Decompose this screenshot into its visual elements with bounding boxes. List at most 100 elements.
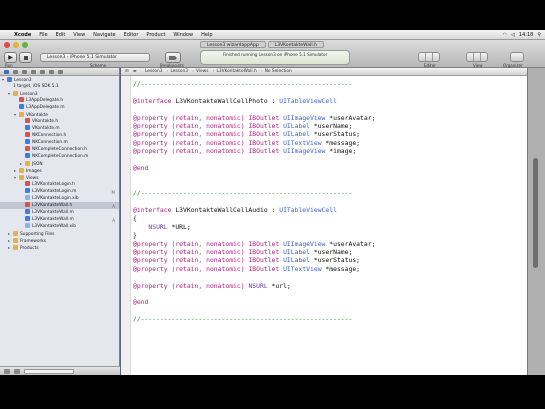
menu-item-editor[interactable]: Editor bbox=[120, 32, 143, 38]
filter-field[interactable] bbox=[24, 369, 74, 374]
issue-navigator-icon[interactable] bbox=[31, 69, 36, 74]
file-row[interactable]: NKCompleteConnection.m bbox=[0, 153, 119, 160]
code-token: (retain, nonatomic) bbox=[171, 113, 249, 122]
editor-mode-control[interactable] bbox=[418, 52, 440, 62]
code-token: *URL; bbox=[171, 222, 191, 231]
code-token: (retain, nonatomic) bbox=[171, 130, 249, 139]
close-window-button[interactable] bbox=[4, 42, 10, 48]
menu-item-product[interactable]: Product bbox=[142, 32, 169, 38]
file-row[interactable]: ▾ Views bbox=[0, 174, 119, 181]
spotlight-icon[interactable]: ⚲ bbox=[537, 32, 541, 38]
file-row-label: L3VKontakteLogin.xib bbox=[32, 196, 79, 201]
project-navigator-icon[interactable] bbox=[4, 69, 9, 74]
breakpoint-navigator-icon[interactable] bbox=[49, 69, 54, 74]
file-row[interactable]: ▸ JSON bbox=[0, 160, 119, 167]
code-token: @property bbox=[133, 138, 172, 147]
zoom-window-button[interactable] bbox=[22, 42, 28, 48]
breadcrumb-item[interactable]: Lesson3 bbox=[141, 69, 168, 74]
file-row[interactable]: NKCompleteConnection.h bbox=[0, 146, 119, 153]
tab-wall-header[interactable]: L3VKontakteWall.h bbox=[267, 41, 324, 48]
code-line: @interface L3VKontakteWallCellAudio : UI… bbox=[133, 206, 337, 215]
file-icon bbox=[25, 181, 30, 186]
scheme-selector[interactable]: Lesson3 › iPhone 5.1 Simulator bbox=[40, 53, 150, 62]
code-line: //--------------------------------------… bbox=[133, 189, 352, 198]
code-token: //--------------------------------------… bbox=[133, 189, 353, 198]
file-row-label: L3AppDelegate.m bbox=[26, 105, 65, 110]
volume-icon[interactable]: ◁ bbox=[511, 32, 515, 38]
menu-extras: ◠ ◁ 14:18 ⚲ bbox=[503, 32, 545, 38]
code-token: { bbox=[133, 214, 137, 223]
menu-item-xcode[interactable]: Xcode bbox=[10, 32, 35, 38]
file-row[interactable]: NKConnection.m bbox=[0, 139, 119, 146]
breakpoints-button[interactable] bbox=[165, 52, 181, 63]
file-row-selected[interactable]: L3VKontakteWall.h A bbox=[0, 202, 119, 209]
file-row[interactable]: ▸ Products bbox=[0, 244, 119, 251]
menu-item-help[interactable]: Help bbox=[197, 32, 216, 38]
menu-item-file[interactable]: File bbox=[35, 32, 51, 38]
code-line: //--------------------------------------… bbox=[133, 315, 352, 324]
wifi-icon[interactable]: ◠ bbox=[503, 32, 507, 38]
file-icon bbox=[25, 216, 30, 221]
file-row[interactable]: VKontakte.m bbox=[0, 125, 119, 132]
menu-items: Xcode File Edit View Navigate Editor Product Wi… bbox=[10, 32, 217, 38]
letterbox-bottom bbox=[0, 375, 545, 409]
file-row[interactable]: ▾ Lesson3 bbox=[0, 76, 119, 83]
menu-item-navigate[interactable]: Navigate bbox=[89, 32, 119, 38]
breadcrumb-item[interactable]: Views bbox=[192, 69, 215, 74]
code-token: (retain, nonatomic) bbox=[171, 264, 249, 273]
code-token: (retain, nonatomic) bbox=[171, 122, 249, 130]
code-token: UIImageView bbox=[283, 113, 330, 122]
show-recent-button[interactable] bbox=[14, 369, 20, 374]
file-row[interactable]: L3AppDelegate.m bbox=[0, 104, 119, 111]
breadcrumb-item[interactable]: No Selection bbox=[261, 69, 296, 74]
navigator-selector-bar bbox=[0, 68, 119, 76]
log-navigator-icon[interactable] bbox=[58, 69, 63, 74]
file-row[interactable]: NKConnection.h bbox=[0, 132, 119, 139]
run-button[interactable]: ▶ bbox=[4, 52, 17, 63]
file-row[interactable]: ▸ Frameworks bbox=[0, 237, 119, 244]
stop-button[interactable] bbox=[19, 52, 32, 63]
navigator-filter-bar bbox=[0, 366, 120, 375]
file-row[interactable]: L3VKontakteLogin.h bbox=[0, 181, 119, 188]
file-row[interactable]: L3VKontakteWall.m bbox=[0, 209, 119, 216]
back-forward-icon[interactable]: ◂▸ bbox=[133, 69, 137, 74]
file-row[interactable]: L3VKontakteLogin.m M bbox=[0, 188, 119, 195]
breadcrumb-item[interactable]: L3VKontakteWall.h bbox=[212, 69, 263, 74]
organizer-button[interactable] bbox=[510, 52, 524, 62]
file-row[interactable]: ▾ Lesson3 bbox=[0, 90, 119, 97]
search-navigator-icon[interactable] bbox=[22, 69, 27, 74]
view-toggle-control[interactable] bbox=[466, 52, 488, 62]
menu-item-view[interactable]: View bbox=[69, 32, 89, 38]
file-icon bbox=[25, 223, 30, 228]
breadcrumb-item[interactable]: Lesson3 bbox=[166, 69, 193, 74]
code-token: NSURL bbox=[248, 281, 272, 290]
minimize-window-button[interactable] bbox=[13, 42, 19, 48]
menu-item-edit[interactable]: Edit bbox=[52, 32, 70, 38]
file-row[interactable]: ▸ Supporting Files bbox=[0, 230, 119, 237]
file-row[interactable]: 1 target, iOS SDK 5.1 bbox=[0, 83, 119, 90]
file-row[interactable]: ▸ Images bbox=[0, 167, 119, 174]
file-icon bbox=[25, 132, 30, 137]
code-token: *userAvatar; bbox=[329, 239, 376, 248]
code-token: @property bbox=[133, 113, 172, 122]
file-row-label: VKontakte.m bbox=[32, 126, 60, 131]
related-files-icon[interactable]: ⊞ bbox=[125, 69, 129, 74]
folder-icon bbox=[13, 245, 18, 250]
add-file-button[interactable] bbox=[4, 369, 10, 374]
code-token: IBOutlet bbox=[248, 248, 284, 256]
debug-navigator-icon[interactable] bbox=[40, 69, 45, 74]
file-row[interactable]: VKontakte.h bbox=[0, 118, 119, 125]
code-token: (retain, nonatomic) bbox=[171, 248, 249, 256]
menu-item-window[interactable]: Window bbox=[169, 32, 197, 38]
tab-project[interactable]: Lesson3 wizardappApp bbox=[200, 41, 266, 48]
vertical-scrollbar[interactable] bbox=[533, 158, 538, 268]
clock[interactable]: 14:18 bbox=[519, 32, 533, 38]
file-row[interactable]: L3AppDelegate.h bbox=[0, 97, 119, 104]
file-row[interactable]: ▾ VKontakte bbox=[0, 111, 119, 118]
file-row[interactable]: L3VKontakteWall.xib bbox=[0, 223, 119, 230]
code-area[interactable]: //--------------------------------------… bbox=[133, 76, 527, 375]
symbol-navigator-icon[interactable] bbox=[13, 69, 18, 74]
file-row[interactable]: L3VKontakteLogin.xib bbox=[0, 195, 119, 202]
code-token: *userName; bbox=[313, 122, 353, 130]
file-row[interactable]: L3VKontakteWall.m A bbox=[0, 216, 119, 223]
